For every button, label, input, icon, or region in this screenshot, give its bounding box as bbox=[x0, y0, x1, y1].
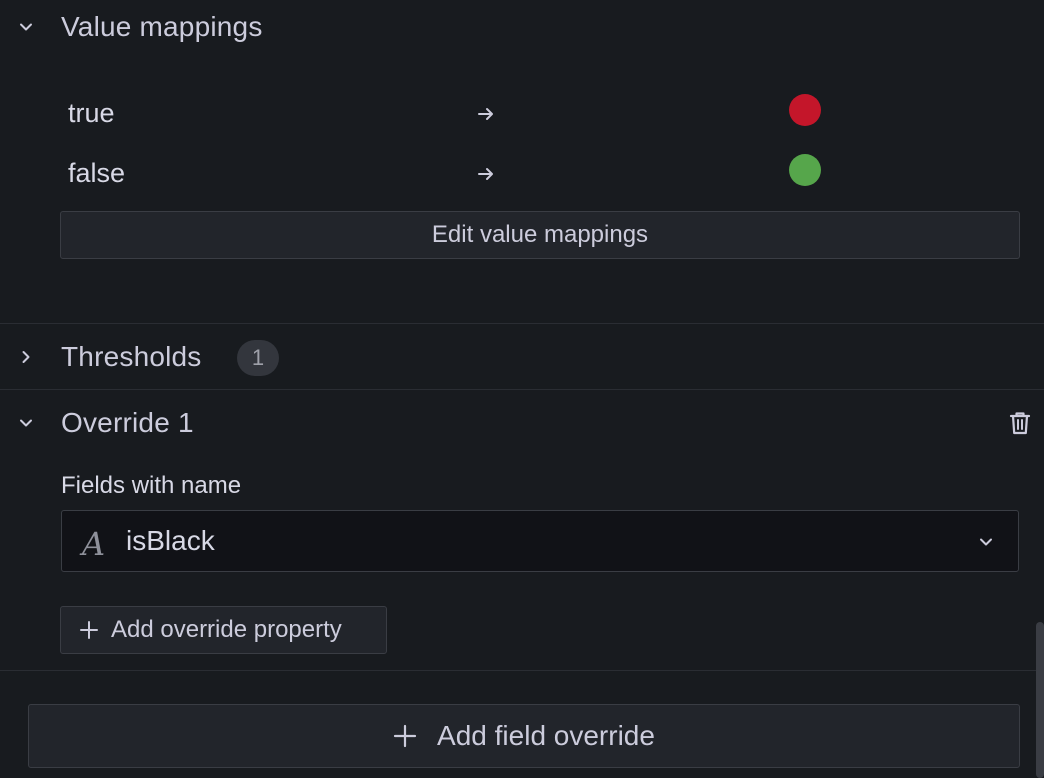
trash-icon[interactable] bbox=[1006, 409, 1034, 437]
mapping-color-swatch bbox=[789, 94, 821, 126]
chevron-down-icon[interactable] bbox=[16, 17, 36, 37]
value-mappings-header[interactable]: Value mappings bbox=[0, 0, 1044, 59]
field-config-panel: Value mappings true false Edit value map… bbox=[0, 0, 1044, 778]
mapping-value: true bbox=[68, 98, 115, 128]
thresholds-count-badge: 1 bbox=[237, 340, 279, 376]
value-mappings-title: Value mappings bbox=[61, 11, 263, 42]
override-header[interactable]: Override 1 bbox=[0, 391, 1044, 455]
mapping-value: false bbox=[68, 158, 126, 188]
chevron-right-icon[interactable] bbox=[16, 347, 36, 367]
chevron-down-icon[interactable] bbox=[16, 413, 36, 433]
edit-value-mappings-button[interactable]: Edit value mappings bbox=[60, 211, 1020, 259]
plus-icon bbox=[79, 620, 99, 640]
arrow-right-icon bbox=[476, 104, 496, 124]
plus-icon bbox=[393, 724, 417, 748]
value-mapping-row: true bbox=[0, 90, 1044, 140]
thresholds-header[interactable]: Thresholds bbox=[0, 325, 1044, 389]
chevron-down-icon[interactable] bbox=[976, 532, 996, 552]
divider bbox=[0, 670, 1044, 671]
thresholds-title: Thresholds bbox=[61, 341, 202, 372]
value-mapping-row: false bbox=[0, 150, 1044, 200]
field-name-value: isBlack bbox=[126, 525, 215, 556]
add-field-override-label: Add field override bbox=[437, 720, 655, 751]
add-override-property-label: Add override property bbox=[111, 616, 342, 643]
override-title: Override 1 bbox=[61, 407, 194, 438]
field-name-select[interactable]: A isBlack bbox=[61, 510, 1019, 572]
scrollbar[interactable] bbox=[1036, 622, 1044, 778]
text-field-icon: A bbox=[82, 525, 106, 563]
mapping-color-swatch bbox=[789, 154, 821, 186]
divider bbox=[0, 323, 1044, 324]
divider bbox=[0, 389, 1044, 390]
add-override-property-button[interactable]: Add override property bbox=[60, 606, 387, 654]
arrow-right-icon bbox=[476, 164, 496, 184]
matcher-label: Fields with name bbox=[61, 472, 242, 499]
add-field-override-button[interactable]: Add field override bbox=[28, 704, 1020, 768]
